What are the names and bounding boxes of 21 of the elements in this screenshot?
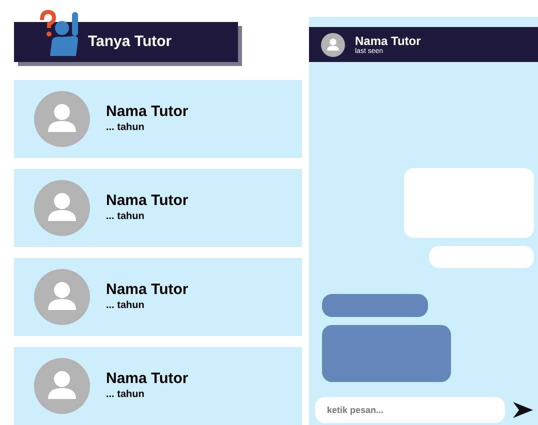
send-icon[interactable] xyxy=(513,402,533,418)
avatar-icon xyxy=(34,269,90,325)
tutor-age: ... tahun xyxy=(106,211,146,224)
tutor-name: Nama Tutor xyxy=(106,281,188,300)
tutor-card[interactable]: Nama Tutor ... tahun xyxy=(14,169,302,247)
tutor-age: ... tahun xyxy=(106,389,146,402)
tutor-age: ... tahun xyxy=(106,300,146,313)
chat-tutor-name: Nama Tutor xyxy=(355,34,421,46)
avatar-icon xyxy=(34,91,90,147)
tutor-name: Nama Tutor xyxy=(106,370,188,390)
message-input[interactable]: ketik pesan... xyxy=(315,397,505,423)
avatar-icon xyxy=(321,32,345,56)
tutor-card[interactable]: Nama Tutor ... tahun xyxy=(14,80,302,158)
avatar-icon xyxy=(34,358,90,414)
tutor-name: Nama Tutor xyxy=(106,192,188,212)
tutor-card[interactable]: Nama Tutor ... tahun xyxy=(14,347,302,425)
tutor-card[interactable]: Nama Tutor ... tahun xyxy=(14,258,302,336)
page-title: Tanya Tutor xyxy=(88,32,172,52)
tutor-age: ... tahun xyxy=(106,122,146,135)
avatar-icon xyxy=(34,180,90,236)
tutor-name: Nama Tutor xyxy=(106,103,188,122)
